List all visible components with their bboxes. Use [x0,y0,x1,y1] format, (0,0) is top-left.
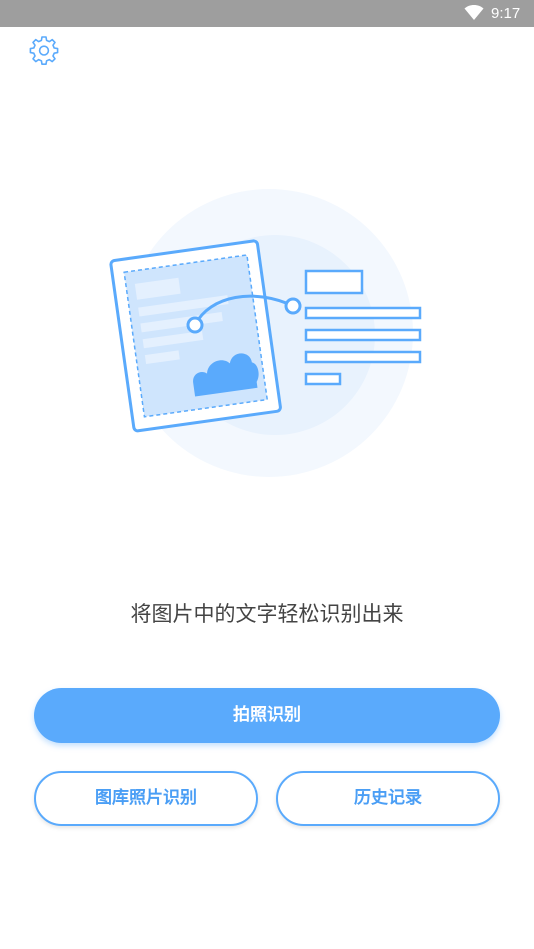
text-line [304,306,422,320]
gear-icon [29,36,59,65]
settings-button[interactable] [28,34,60,66]
status-bar: 9:17 [0,0,534,27]
text-line-title [304,269,364,295]
connector-start-dot [186,316,204,334]
camera-recognize-button[interactable]: 拍照识别 [34,688,500,743]
wifi-icon [464,5,484,20]
text-line [304,328,422,342]
document-icon [109,239,282,433]
text-line [304,350,422,364]
text-line-short [304,372,342,386]
history-button[interactable]: 历史记录 [276,771,500,826]
tagline-text: 将图片中的文字轻松识别出来 [130,602,404,626]
connector-end-dot [284,297,302,315]
gallery-recognize-button[interactable]: 图库照片识别 [34,771,258,826]
document-to-text-illustration [109,189,422,477]
status-time: 9:17 [491,5,521,22]
